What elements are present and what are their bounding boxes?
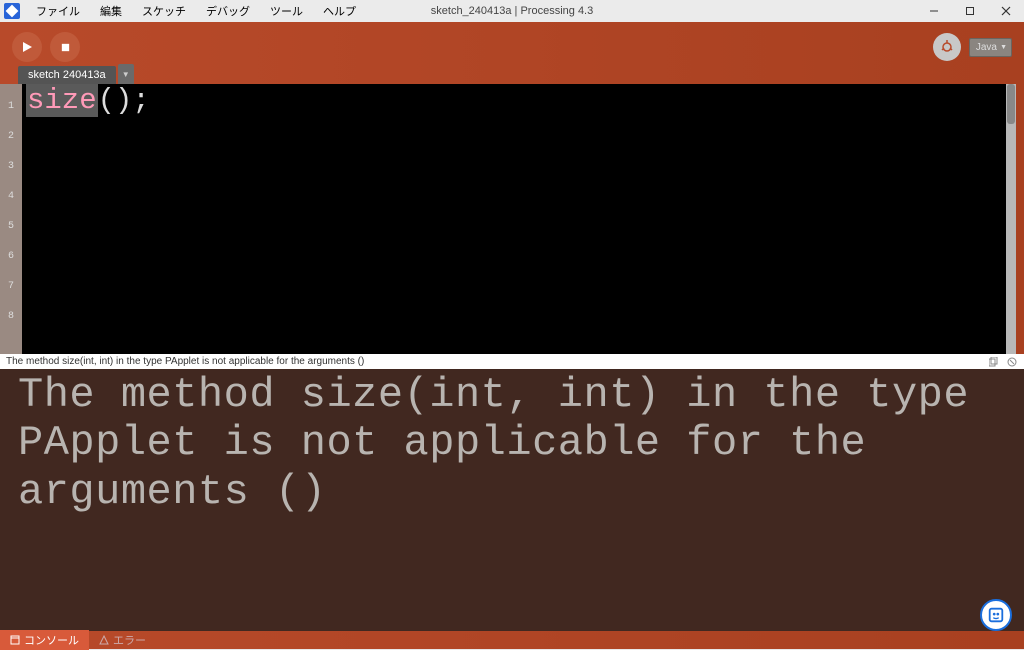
bottom-tabs: コンソール エラー — [0, 631, 1024, 649]
stop-button[interactable] — [50, 32, 80, 62]
debug-button[interactable] — [933, 33, 961, 61]
line-number: 3 — [0, 152, 22, 182]
maximize-button[interactable] — [952, 0, 988, 22]
status-bar: The method size(int, int) in the type PA… — [0, 354, 1024, 369]
assist-icon[interactable] — [980, 599, 1012, 631]
line-number: 5 — [0, 212, 22, 242]
menu-file[interactable]: ファイル — [26, 3, 90, 19]
menu-sketch[interactable]: スケッチ — [132, 3, 196, 19]
line-number: 1 — [0, 92, 22, 122]
close-button[interactable] — [988, 0, 1024, 22]
line-gutter: 1 2 3 4 5 6 7 8 — [0, 84, 22, 354]
editor-scrollbar[interactable] — [1006, 84, 1016, 354]
console-tab[interactable]: コンソール — [0, 630, 89, 650]
errors-tab-label: エラー — [113, 632, 146, 648]
errors-tab[interactable]: エラー — [89, 630, 156, 650]
line-number: 7 — [0, 272, 22, 302]
link-icon[interactable] — [1006, 356, 1018, 368]
line-number: 4 — [0, 182, 22, 212]
status-message: The method size(int, int) in the type PA… — [6, 356, 364, 367]
code-editor: 1 2 3 4 5 6 7 8 size(); — [0, 84, 1016, 354]
minimize-button[interactable] — [916, 0, 952, 22]
menu-edit[interactable]: 編集 — [90, 3, 132, 19]
code-token-rest: (); — [98, 84, 150, 117]
sketch-tab[interactable]: sketch 240413a — [18, 66, 116, 84]
tab-bar: sketch 240413a ▼ — [0, 64, 1024, 84]
console-output: The method size(int, int) in the type PA… — [0, 369, 1024, 631]
menu-bar: ファイル 編集 スケッチ デバッグ ツール ヘルプ — [26, 3, 366, 19]
menu-debug[interactable]: デバッグ — [196, 3, 260, 19]
menu-help[interactable]: ヘルプ — [313, 3, 366, 19]
code-token-func: size — [26, 84, 98, 117]
title-bar: ファイル 編集 スケッチ デバッグ ツール ヘルプ sketch_240413a… — [0, 0, 1024, 22]
console-tab-label: コンソール — [24, 632, 79, 648]
line-number: 6 — [0, 242, 22, 272]
menu-tools[interactable]: ツール — [260, 3, 313, 19]
app-icon — [4, 3, 20, 19]
tab-dropdown[interactable]: ▼ — [118, 64, 134, 84]
window-title: sketch_240413a | Processing 4.3 — [431, 5, 593, 17]
mode-select[interactable]: Java — [969, 38, 1012, 57]
toolbar: Java — [0, 30, 1024, 64]
code-area[interactable]: size(); — [22, 84, 1006, 354]
copy-icon[interactable] — [988, 356, 1000, 368]
scrollbar-thumb[interactable] — [1007, 84, 1015, 124]
line-number: 2 — [0, 122, 22, 152]
line-number: 8 — [0, 302, 22, 332]
run-button[interactable] — [12, 32, 42, 62]
